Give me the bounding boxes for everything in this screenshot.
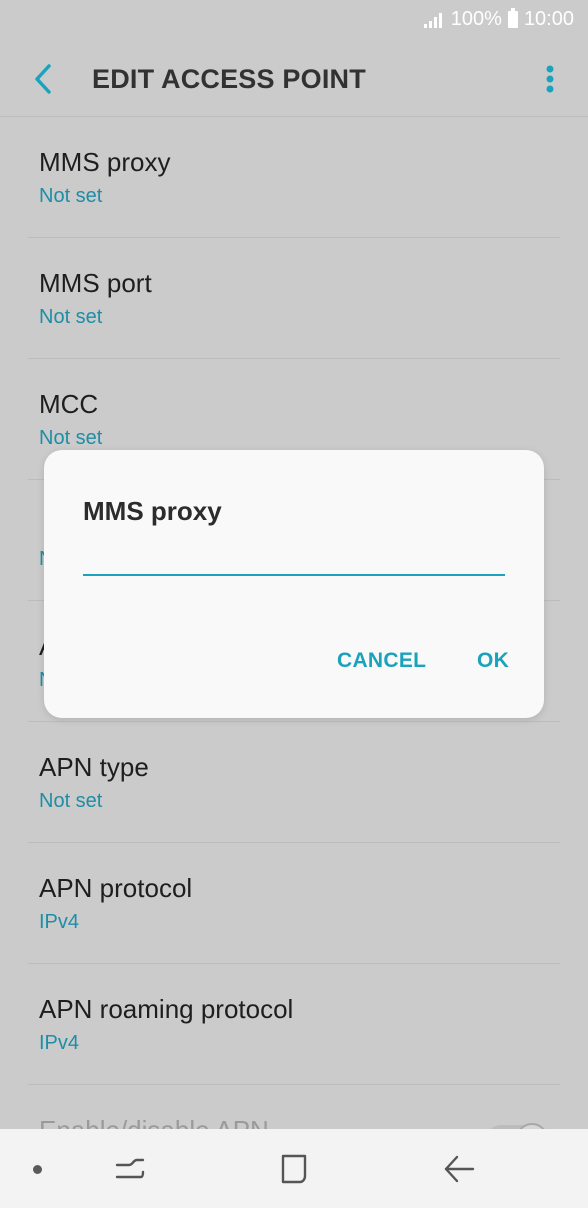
- dialog-title: MMS proxy: [83, 496, 222, 526]
- back-arrow-icon: [35, 64, 51, 94]
- back-nav-button[interactable]: [439, 1149, 479, 1189]
- setting-apn-type[interactable]: APN type Not set: [28, 722, 560, 843]
- setting-value: IPv4: [39, 911, 80, 933]
- battery-percentage: 100%: [450, 8, 502, 30]
- page-title: EDIT ACCESS POINT: [92, 64, 366, 94]
- recents-icon: [115, 1158, 145, 1179]
- battery-icon: [507, 8, 518, 28]
- home-button[interactable]: [274, 1149, 314, 1189]
- setting-value: Not set: [39, 790, 103, 812]
- setting-value: IPv4: [39, 1032, 80, 1054]
- setting-apn-protocol[interactable]: APN protocol IPv4: [28, 843, 560, 964]
- back-button[interactable]: [22, 56, 68, 102]
- ok-button[interactable]: OK: [477, 649, 509, 673]
- back-icon: [444, 1155, 475, 1183]
- setting-value: Not set: [39, 427, 103, 449]
- app-bar: EDIT ACCESS POINT: [0, 42, 588, 116]
- status-bar-right: 100% 10:00: [423, 8, 574, 31]
- cancel-button[interactable]: CANCEL: [337, 649, 426, 673]
- status-bar: 100% 10:00: [0, 0, 588, 42]
- signal-icon: [423, 12, 442, 28]
- setting-label: MCC: [39, 389, 99, 419]
- setting-apn-roaming-protocol[interactable]: APN roaming protocol IPv4: [28, 964, 560, 1085]
- navigation-bar: [0, 1129, 588, 1208]
- home-icon: [281, 1154, 307, 1184]
- clock: 10:00: [523, 8, 574, 30]
- mms-proxy-input[interactable]: [83, 544, 505, 576]
- setting-value: Not set: [39, 306, 103, 328]
- setting-label: APN type: [39, 752, 149, 782]
- setting-label: APN roaming protocol: [39, 994, 294, 1024]
- setting-mms-port[interactable]: MMS port Not set: [28, 238, 560, 359]
- setting-label: MMS proxy: [39, 147, 171, 177]
- dot-icon[interactable]: [33, 1165, 42, 1174]
- edit-dialog: MMS proxy CANCEL OK: [44, 450, 544, 718]
- setting-mms-proxy[interactable]: MMS proxy Not set: [28, 117, 560, 238]
- recents-button[interactable]: [109, 1149, 149, 1189]
- more-options-button[interactable]: [542, 64, 558, 98]
- setting-label: MMS port: [39, 268, 152, 298]
- setting-label: APN protocol: [39, 873, 193, 903]
- setting-value: Not set: [39, 185, 103, 207]
- more-vert-icon: [546, 65, 554, 93]
